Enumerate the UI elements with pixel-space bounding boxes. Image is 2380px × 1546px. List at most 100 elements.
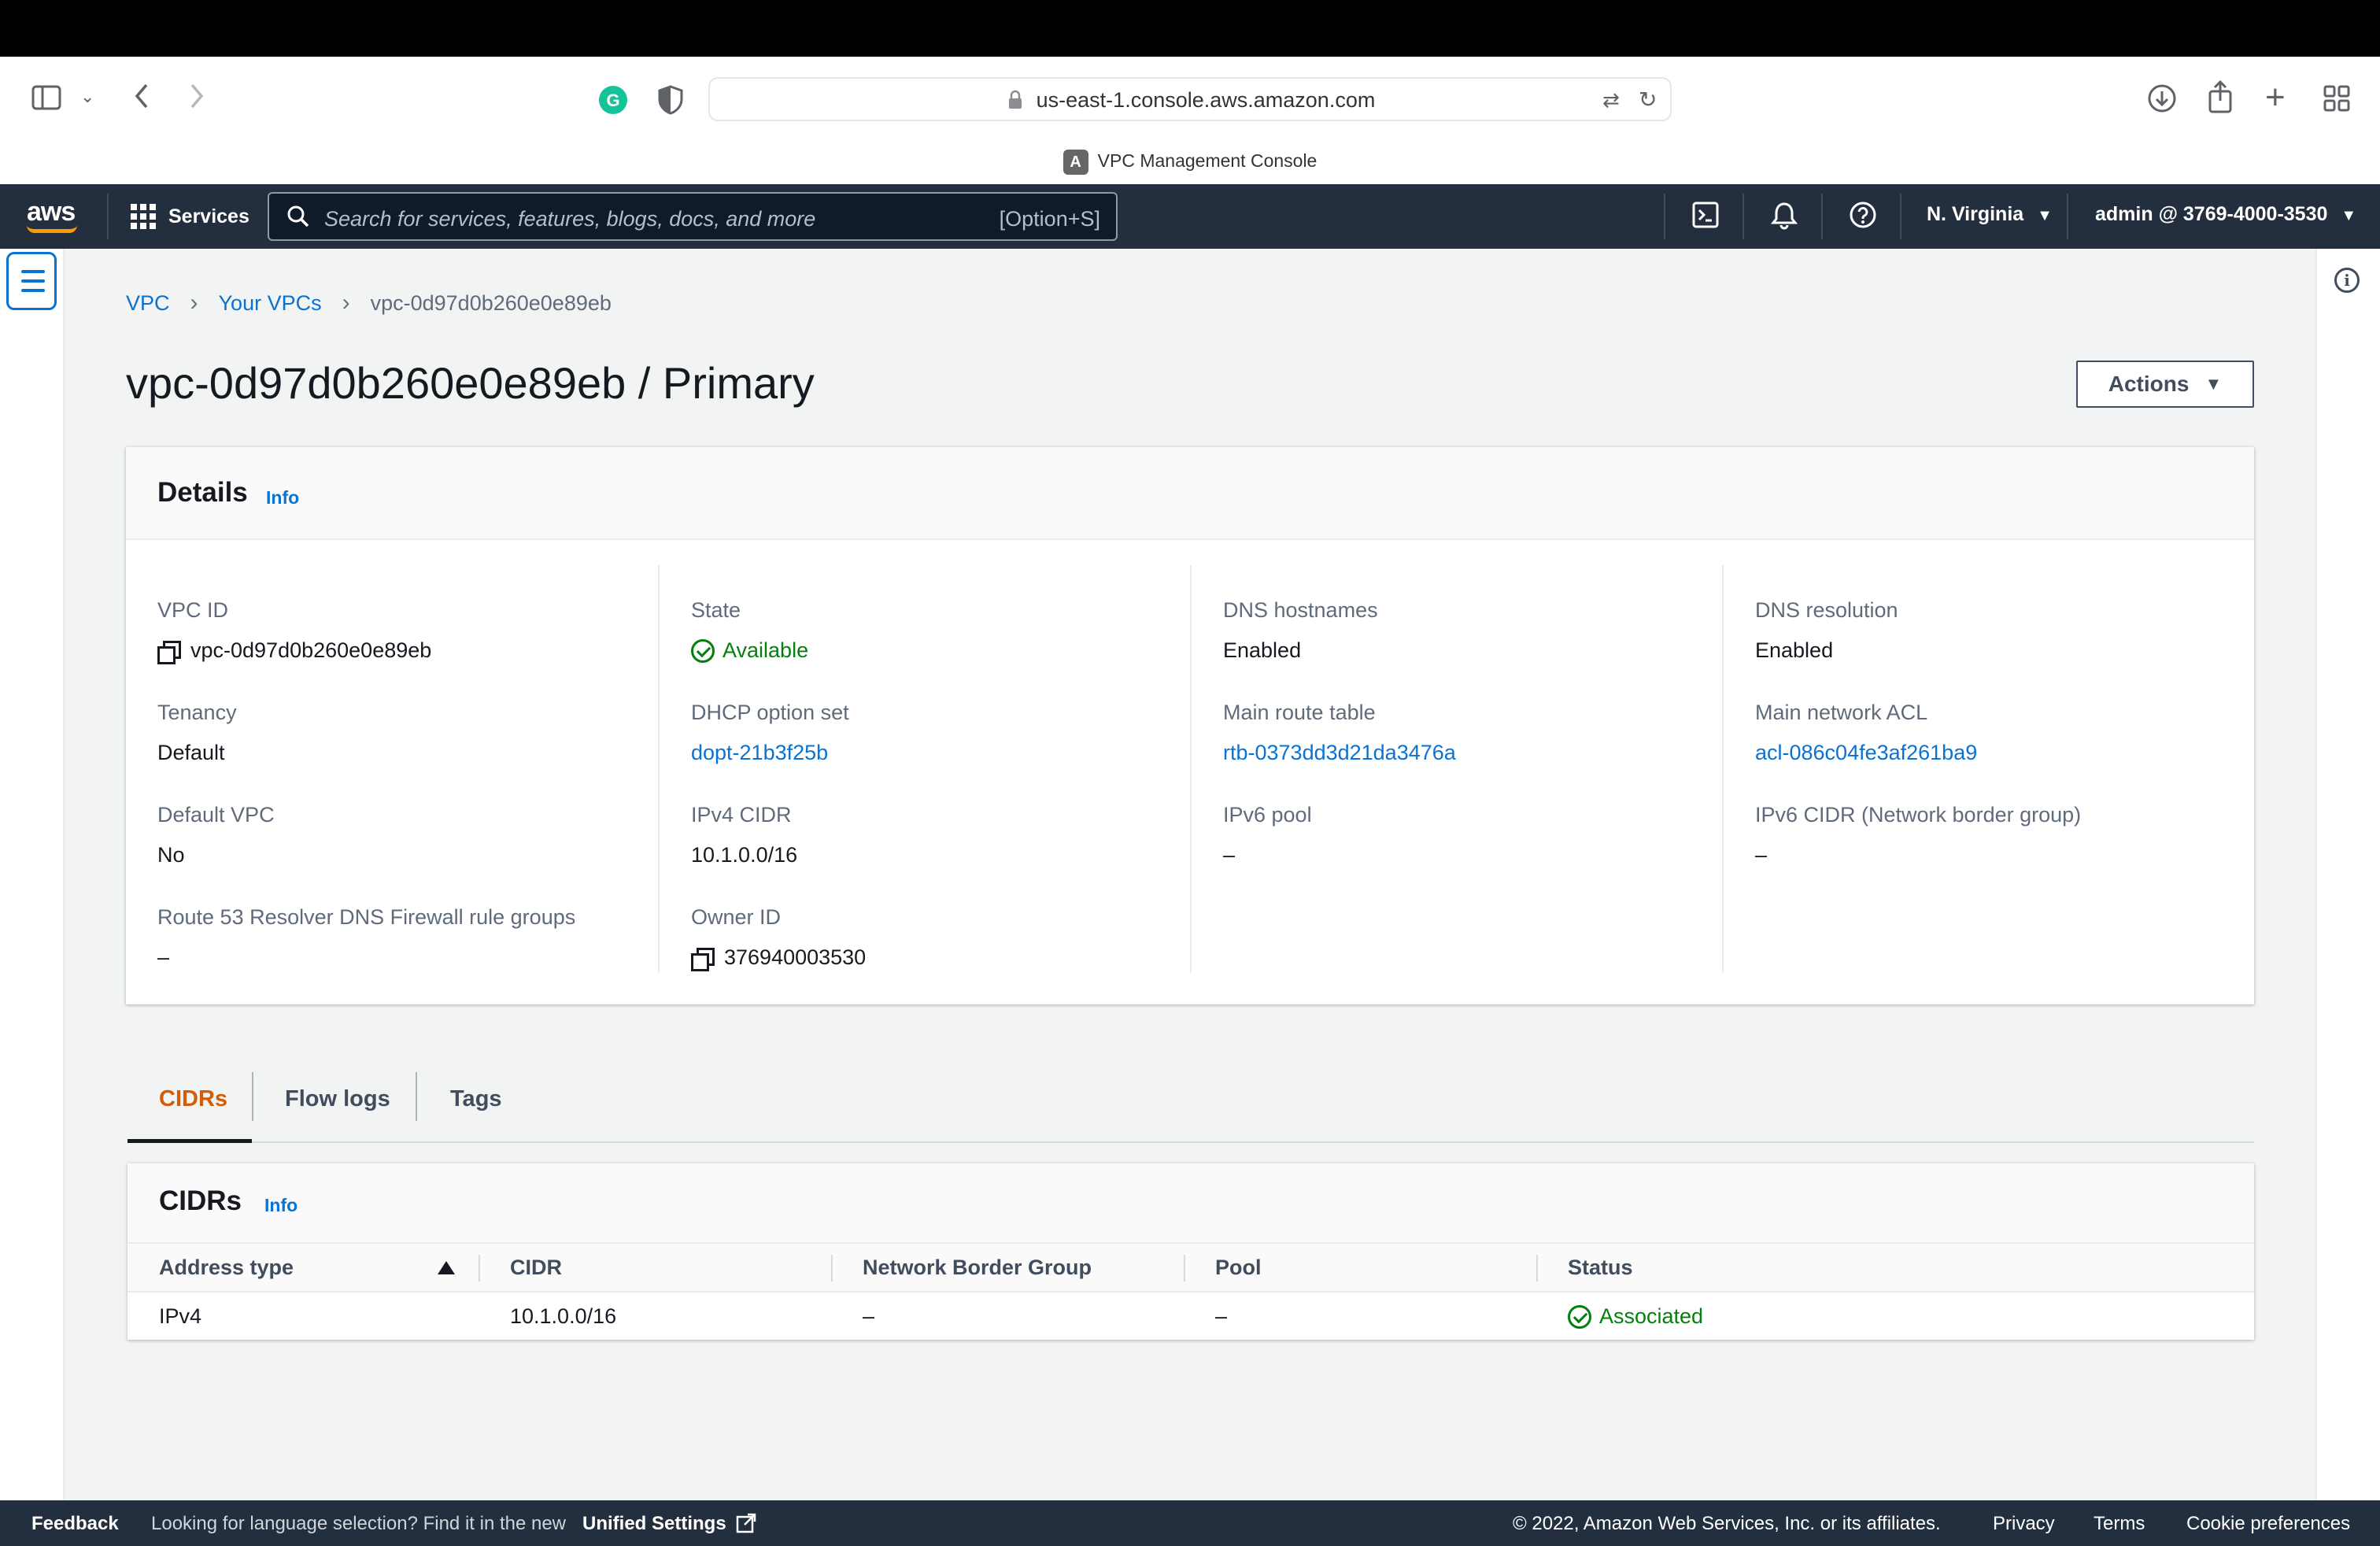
tab-bar: CIDRs Flow logs Tags bbox=[128, 1055, 2254, 1143]
column-header-pool[interactable]: Pool bbox=[1184, 1242, 1536, 1293]
field-label: Route 53 Resolver DNS Firewall rule grou… bbox=[157, 905, 576, 929]
cookie-preferences-link[interactable]: Cookie preferences bbox=[2186, 1513, 2350, 1535]
forward-icon[interactable] bbox=[187, 82, 206, 116]
status-value: Associated bbox=[1599, 1304, 1704, 1328]
header-label: Status bbox=[1568, 1255, 1633, 1279]
feedback-link[interactable]: Feedback bbox=[31, 1513, 119, 1535]
cell-address-type: IPv4 bbox=[159, 1304, 202, 1328]
new-tab-icon[interactable]: + bbox=[2265, 80, 2286, 115]
search-input[interactable]: Search for services, features, blogs, do… bbox=[268, 192, 1118, 241]
header-divider bbox=[1184, 1255, 1185, 1282]
field-label: VPC ID bbox=[157, 598, 229, 622]
field-route53-firewall: Route 53 Resolver DNS Firewall rule grou… bbox=[157, 905, 575, 970]
aws-logo[interactable]: aws bbox=[27, 197, 76, 227]
copy-icon[interactable] bbox=[691, 947, 715, 971]
header-divider bbox=[831, 1255, 833, 1282]
share-icon[interactable] bbox=[2207, 80, 2234, 119]
terms-link[interactable]: Terms bbox=[2094, 1513, 2145, 1535]
search-shortcut: [Option+S] bbox=[999, 207, 1100, 231]
details-column-4: DNS resolution Enabled Main network ACL … bbox=[1755, 565, 2243, 978]
main-route-table-link[interactable]: rtb-0373dd3d21da3476a bbox=[1223, 741, 1456, 765]
field-label: Owner ID bbox=[691, 905, 782, 929]
breadcrumb-your-vpcs[interactable]: Your VPCs bbox=[219, 291, 322, 316]
column-header-status[interactable]: Status bbox=[1536, 1242, 2254, 1293]
services-menu-button[interactable]: Services bbox=[131, 200, 249, 233]
header-label: Network Border Group bbox=[863, 1255, 1092, 1279]
table-header-row: Address type CIDR Network Border Group P… bbox=[128, 1242, 2254, 1293]
console-footer: Feedback Looking for language selection?… bbox=[0, 1500, 2380, 1546]
column-divider bbox=[1722, 565, 1724, 973]
copyright-text: © 2022, Amazon Web Services, Inc. or its… bbox=[1513, 1513, 1941, 1534]
back-icon[interactable] bbox=[132, 82, 151, 116]
external-link-icon bbox=[737, 1513, 756, 1533]
breadcrumb-vpc[interactable]: VPC bbox=[126, 291, 170, 316]
privacy-shield-icon[interactable] bbox=[658, 85, 683, 120]
help-icon[interactable] bbox=[1848, 202, 1878, 231]
unified-settings-label: Unified Settings bbox=[582, 1513, 726, 1534]
field-value: 10.1.0.0/16 bbox=[691, 843, 798, 867]
tab-overview-icon[interactable] bbox=[2323, 85, 2350, 117]
header-label: CIDR bbox=[510, 1255, 562, 1279]
field-vpc-id: VPC ID vpc-0d97d0b260e0e89eb bbox=[157, 598, 431, 664]
column-header-network-border-group[interactable]: Network Border Group bbox=[831, 1242, 1184, 1293]
notifications-bell-icon[interactable] bbox=[1769, 202, 1799, 231]
reload-icon[interactable]: ↻ bbox=[1639, 87, 1657, 113]
cell-network-border-group: – bbox=[863, 1304, 875, 1328]
column-header-address-type[interactable]: Address type bbox=[128, 1242, 479, 1293]
copy-icon[interactable] bbox=[157, 640, 181, 664]
account-menu[interactable]: admin @ 3769-4000-3530 ▼ bbox=[2095, 203, 2356, 226]
downloads-icon[interactable] bbox=[2147, 83, 2177, 119]
actions-button[interactable]: Actions ▼ bbox=[2076, 361, 2254, 408]
details-header: Details Info bbox=[126, 447, 2254, 540]
search-icon bbox=[287, 205, 309, 227]
tab-tags[interactable]: Tags bbox=[450, 1086, 502, 1112]
tab-cidrs[interactable]: CIDRs bbox=[159, 1086, 227, 1112]
field-dns-resolution: DNS resolution Enabled bbox=[1755, 598, 1898, 663]
right-rail: i bbox=[2315, 249, 2380, 1500]
translate-icon[interactable]: ⇄ bbox=[1602, 88, 1620, 113]
sort-ascending-icon[interactable] bbox=[438, 1261, 455, 1274]
field-ipv6-cidr: IPv6 CIDR (Network border group) – bbox=[1755, 803, 2081, 867]
grammarly-icon[interactable]: G bbox=[598, 85, 628, 120]
region-selector[interactable]: N. Virginia ▼ bbox=[1927, 203, 2053, 226]
check-circle-icon bbox=[1568, 1304, 1591, 1329]
field-state: State Available bbox=[691, 598, 808, 663]
unified-settings-link[interactable]: Unified Settings bbox=[582, 1513, 756, 1535]
table-row: IPv4 10.1.0.0/16 – – Associated bbox=[128, 1292, 2254, 1341]
field-dhcp-option-set: DHCP option set dopt-21b3f25b bbox=[691, 701, 849, 765]
chevron-down-icon[interactable]: ⌄ bbox=[80, 88, 94, 105]
svg-text:G: G bbox=[606, 91, 619, 110]
dhcp-option-set-link[interactable]: dopt-21b3f25b bbox=[691, 741, 849, 765]
field-label: DHCP option set bbox=[691, 701, 849, 724]
field-value: Available bbox=[691, 638, 808, 663]
cloudshell-icon[interactable] bbox=[1691, 202, 1720, 231]
privacy-link[interactable]: Privacy bbox=[1993, 1513, 2055, 1535]
column-header-cidr[interactable]: CIDR bbox=[479, 1242, 831, 1293]
nav-divider bbox=[1900, 194, 1901, 239]
aws-top-nav: aws Services Search for services, featur… bbox=[0, 184, 2380, 249]
actions-label: Actions bbox=[2108, 372, 2190, 396]
field-label: Main network ACL bbox=[1755, 701, 1928, 724]
sidebar-toggle-icon[interactable] bbox=[31, 85, 63, 116]
header-divider bbox=[479, 1255, 480, 1282]
region-label: N. Virginia bbox=[1927, 203, 2024, 225]
field-value: No bbox=[157, 843, 185, 867]
cidrs-title: CIDRs bbox=[159, 1185, 242, 1216]
nav-divider bbox=[1664, 194, 1665, 239]
field-label: IPv4 CIDR bbox=[691, 803, 792, 827]
tab-flow-logs[interactable]: Flow logs bbox=[285, 1086, 390, 1112]
nav-divider bbox=[107, 194, 109, 239]
cidrs-info-link[interactable]: Info bbox=[264, 1195, 298, 1216]
field-ipv6-pool: IPv6 pool – bbox=[1223, 803, 1312, 867]
details-column-3: DNS hostnames Enabled Main route table r… bbox=[1223, 565, 1711, 978]
info-panel-icon[interactable]: i bbox=[2334, 268, 2360, 293]
field-default-vpc: Default VPC No bbox=[157, 803, 275, 867]
chevron-right-icon: › bbox=[342, 290, 350, 316]
field-main-route-table: Main route table rtb-0373dd3d21da3476a bbox=[1223, 701, 1456, 765]
address-bar[interactable]: us-east-1.console.aws.amazon.com ⇄ ↻ bbox=[708, 77, 1672, 121]
browser-tab[interactable]: A VPC Management Console bbox=[0, 150, 2380, 175]
details-info-link[interactable]: Info bbox=[266, 487, 299, 509]
caret-down-icon: ▼ bbox=[2204, 374, 2223, 394]
hamburger-menu-icon[interactable] bbox=[6, 252, 57, 310]
main-network-acl-link[interactable]: acl-086c04fe3af261ba9 bbox=[1755, 741, 1977, 765]
